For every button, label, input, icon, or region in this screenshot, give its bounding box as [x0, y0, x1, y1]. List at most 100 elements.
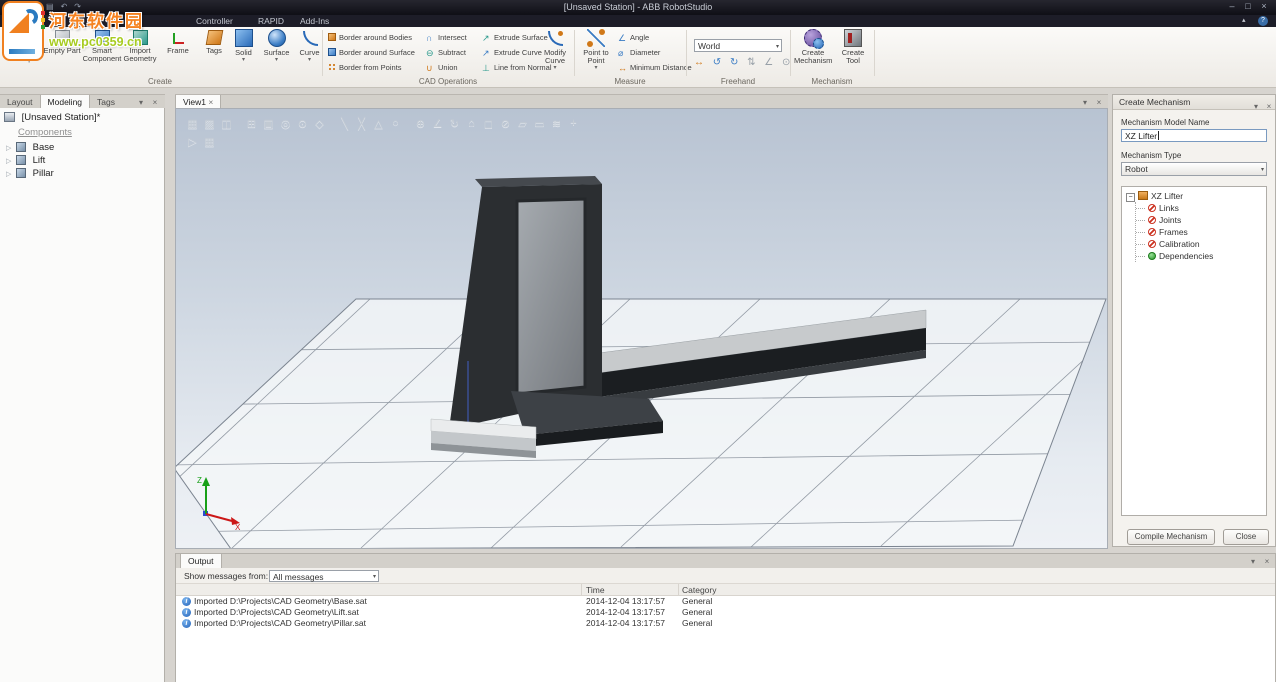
output-row[interactable]: i Imported D:\Projects\CAD Geometry\Lift… [176, 607, 1275, 618]
minimize-button[interactable]: – [1224, 1, 1240, 11]
extrude-curve-button[interactable]: ↗Extrude Curve [482, 48, 542, 60]
mechanism-name-input[interactable]: XZ Lifter [1121, 129, 1267, 142]
tree-expand-icon[interactable]: ▷ [6, 144, 11, 152]
viewport-tool-icon[interactable]: ▦ [201, 135, 218, 148]
close-panel-button[interactable]: Close [1223, 529, 1269, 545]
viewport-tool-icon[interactable]: ⊙ [294, 117, 311, 130]
border-from-points-button[interactable]: Border from Points [328, 63, 402, 75]
tree-item-pillar[interactable]: Pillar [16, 168, 54, 180]
frame-button[interactable]: Frame [158, 30, 198, 55]
viewport-tool-icon[interactable]: ⊘ [497, 117, 514, 130]
viewport-tool-icon[interactable]: ◇ [311, 117, 328, 130]
tree-collapse-icon[interactable]: − [1126, 193, 1135, 202]
pin-icon[interactable]: ▾ [1251, 99, 1261, 114]
output-row[interactable]: i Imported D:\Projects\CAD Geometry\Base… [176, 596, 1275, 607]
viewport-tool-icon[interactable]: ▦ [184, 117, 201, 130]
pin-icon[interactable]: ▾ [1248, 557, 1258, 566]
message-filter-dropdown[interactable]: All messages ▾ [269, 570, 379, 582]
diameter-button[interactable]: ⌀Diameter [618, 48, 660, 60]
viewport-tool-icon[interactable]: ◫ [218, 117, 235, 130]
border-around-bodies-button[interactable]: Border around Bodies [328, 33, 412, 45]
pin-icon[interactable]: ▾ [136, 98, 146, 107]
tab-output[interactable]: Output [180, 554, 222, 568]
tree-item-station[interactable]: [Unsaved Station]* [4, 112, 100, 124]
mechanism-tree-item-frames[interactable]: Frames [1136, 226, 1266, 238]
union-button[interactable]: ∪Union [426, 63, 458, 75]
3d-scene[interactable]: Z X [176, 109, 1108, 549]
viewport-tool-icon[interactable]: ╲ [336, 117, 353, 130]
chevron-down-icon[interactable]: ▾ [228, 57, 259, 63]
viewport-tool-icon[interactable]: ⌂ [463, 117, 480, 130]
viewport-tool-icon[interactable]: ≋ [548, 117, 565, 130]
mechanism-tree-item-dependencies[interactable]: Dependencies [1136, 250, 1266, 262]
subtract-button[interactable]: ⊖Subtract [426, 48, 466, 60]
close-icon[interactable]: × [1262, 557, 1272, 566]
viewport-tool-icon[interactable]: ╳ [353, 117, 370, 130]
jog-joint-icon[interactable]: ⇅ [747, 57, 755, 68]
column-header-time[interactable]: Time [586, 585, 605, 595]
tab-addins[interactable]: Add-Ins [300, 16, 329, 26]
close-icon[interactable]: × [150, 98, 160, 107]
tab-layout[interactable]: Layout [0, 95, 40, 109]
viewport-tool-icon[interactable]: ◻ [480, 117, 497, 130]
tab-modeling[interactable]: Modeling [40, 95, 91, 109]
point-to-point-button[interactable]: Point to Point ▾ [578, 29, 614, 71]
viewport-tool-icon[interactable]: ▣ [260, 117, 277, 130]
jog-linear-icon[interactable]: ∠ [764, 57, 773, 68]
tree-item-base[interactable]: Base [16, 142, 54, 154]
rotate-ccw-icon[interactable]: ↺ [713, 57, 721, 68]
close-icon[interactable]: × [1264, 99, 1274, 114]
tab-tags[interactable]: Tags [90, 95, 122, 109]
create-mechanism-button[interactable]: Create Mechanism [794, 29, 832, 65]
chevron-down-icon[interactable]: ▾ [294, 57, 325, 63]
close-button[interactable]: × [1256, 1, 1272, 11]
close-view-icon[interactable]: × [208, 97, 213, 107]
part-pillar-panel[interactable] [517, 199, 585, 394]
component-group-button[interactable]: Component Group [2, 30, 42, 63]
maximize-button[interactable]: □ [1240, 1, 1256, 11]
pin-icon[interactable]: ▾ [1080, 98, 1090, 107]
tree-item-lift[interactable]: Lift [16, 155, 45, 167]
viewport-tool-icon[interactable]: ↻ [446, 117, 463, 130]
tree-expand-icon[interactable]: ▷ [6, 170, 11, 178]
compile-mechanism-button[interactable]: Compile Mechanism [1127, 529, 1215, 545]
column-header-category[interactable]: Category [682, 585, 717, 595]
angle-button[interactable]: ∠Angle [618, 33, 649, 45]
mechanism-tree-item-joints[interactable]: Joints [1136, 214, 1266, 226]
viewport-tool-icon[interactable]: ▭ [531, 117, 548, 130]
surface-button[interactable]: Surface ▾ [261, 29, 292, 63]
viewport-tool-icon[interactable]: ○ [387, 117, 404, 130]
close-icon[interactable]: × [1094, 98, 1104, 107]
intersect-button[interactable]: ∩Intersect [426, 33, 467, 45]
mechanism-tree-item-calibration[interactable]: Calibration [1136, 238, 1266, 250]
mechanism-tree-root[interactable]: −XZ Lifter [1122, 187, 1266, 202]
tab-rapid[interactable]: RAPID [258, 16, 284, 26]
viewport-tool-icon[interactable]: ⊞ [243, 117, 260, 130]
import-geometry-button[interactable]: Import Geometry [120, 30, 160, 63]
viewport-tool-icon[interactable]: △ [370, 117, 387, 130]
mechanism-tree-item-links[interactable]: Links [1136, 202, 1266, 214]
tab-view1[interactable]: View1 × [175, 95, 221, 109]
viewport-tool-icon[interactable]: ⊕ [412, 117, 429, 130]
help-icon[interactable]: ? [1258, 16, 1268, 26]
modify-curve-button[interactable]: Modify Curve ▾ [538, 29, 572, 71]
viewport-tool-icon[interactable]: ◎ [277, 117, 294, 130]
curve-button[interactable]: Curve ▾ [294, 29, 325, 63]
viewport-tool-icon[interactable]: ▷ [184, 135, 201, 148]
3d-viewport[interactable]: Z X ▦ ▨ ◫ ⊞ ▣ ◎ ⊙ ◇ ╲ ╳ △ ○ ⊕ ∠ ↻ ⌂ ◻ ⊘ … [175, 108, 1108, 549]
empty-part-button[interactable]: Empty Part [42, 30, 82, 55]
chevron-down-icon[interactable]: ▾ [538, 65, 572, 71]
viewport-tool-icon[interactable]: ▨ [201, 117, 218, 130]
tree-section-components[interactable]: Components [18, 127, 72, 139]
viewport-tool-icon[interactable]: ▱ [514, 117, 531, 130]
smart-component-button[interactable]: Smart Component [82, 30, 122, 63]
create-tool-button[interactable]: Create Tool [836, 29, 870, 65]
chevron-down-icon[interactable]: ▾ [261, 57, 292, 63]
viewport-tool-icon[interactable]: + [565, 117, 582, 130]
chevron-down-icon[interactable]: ▾ [578, 65, 614, 71]
tree-expand-icon[interactable]: ▷ [6, 157, 11, 165]
solid-button[interactable]: Solid ▾ [228, 29, 259, 63]
move-icon[interactable]: ↔ [694, 57, 704, 68]
output-row[interactable]: i Imported D:\Projects\CAD Geometry\Pill… [176, 618, 1275, 629]
rotate-cw-icon[interactable]: ↻ [730, 57, 738, 68]
